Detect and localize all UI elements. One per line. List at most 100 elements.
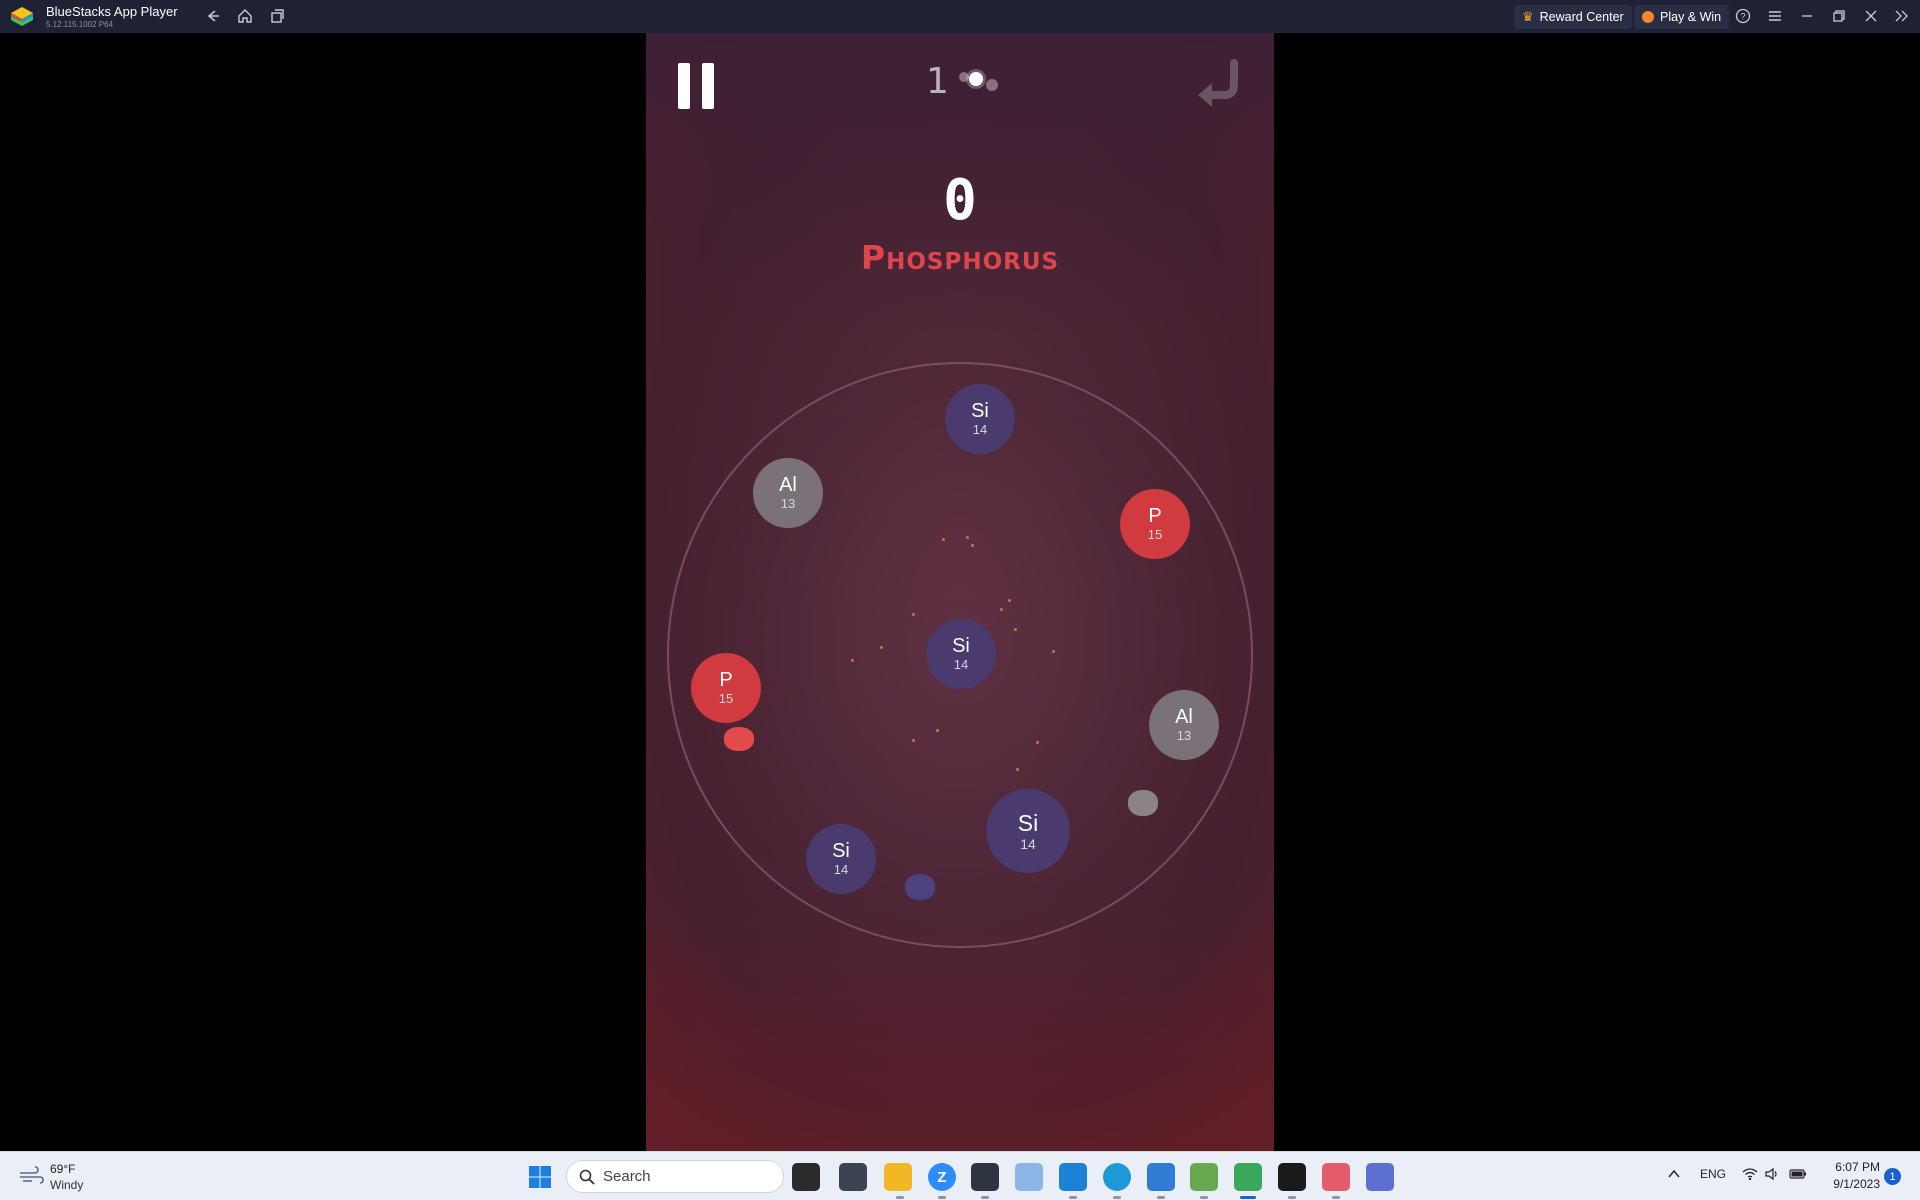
- play-win-label: Play & Win: [1660, 10, 1722, 24]
- atom-number: 14: [833, 862, 849, 877]
- zoom-icon[interactable]: Z: [928, 1163, 956, 1191]
- snipping-tool-icon[interactable]: [1322, 1163, 1350, 1191]
- spark: [1036, 741, 1039, 744]
- spark: [936, 729, 939, 732]
- weather-description: Windy: [50, 1178, 84, 1192]
- running-indicator: [1113, 1196, 1121, 1199]
- app-title: BlueStacks App Player: [46, 4, 178, 19]
- windows-start-icon[interactable]: [528, 1165, 552, 1189]
- silicon-particle: [905, 874, 935, 900]
- volume-icon[interactable]: [1764, 1167, 1780, 1184]
- clock[interactable]: 6:07 PM 9/1/2023: [1820, 1160, 1880, 1191]
- help-icon[interactable]: ?: [1733, 6, 1753, 26]
- terminal-icon[interactable]: [971, 1163, 999, 1191]
- running-indicator: [1288, 1196, 1296, 1199]
- running-indicator: [896, 1196, 904, 1199]
- phosphorus-particle: [724, 727, 754, 751]
- spark: [880, 646, 883, 649]
- back-icon[interactable]: [203, 6, 223, 26]
- score: 0: [943, 168, 977, 233]
- atom-symbol: Si: [1017, 809, 1039, 836]
- paint-icon[interactable]: [1147, 1163, 1175, 1191]
- aluminium-particle: [1128, 790, 1158, 816]
- coin-icon: [1642, 11, 1654, 23]
- home-icon[interactable]: [235, 6, 255, 26]
- menu-icon[interactable]: [1765, 6, 1785, 26]
- atom-symbol: Si: [952, 635, 970, 657]
- undo-icon[interactable]: [1194, 59, 1244, 113]
- atom-number: 15: [1147, 527, 1163, 542]
- running-indicator: [1332, 1196, 1340, 1199]
- atom-phosphorus[interactable]: P 15: [1120, 489, 1190, 559]
- spark: [971, 544, 974, 547]
- atom-aluminium[interactable]: Al 13: [753, 458, 823, 528]
- cmd-icon[interactable]: [1278, 1163, 1306, 1191]
- notepad-icon[interactable]: [1190, 1163, 1218, 1191]
- spark: [1016, 768, 1019, 771]
- running-indicator: [938, 1196, 946, 1199]
- spark: [1008, 599, 1011, 602]
- spark: [912, 613, 915, 616]
- battery-icon[interactable]: [1789, 1167, 1807, 1184]
- app-version: 5.12.115.1002 P64: [46, 20, 114, 29]
- title-bar: BlueStacks App Player 5.12.115.1002 P64 …: [0, 0, 1920, 33]
- level-atom-icon: [959, 69, 998, 91]
- atom-number: 14: [972, 422, 988, 437]
- bluestacks-icon[interactable]: [1234, 1163, 1262, 1191]
- active-indicator: [1240, 1196, 1256, 1199]
- close-icon[interactable]: [1861, 6, 1881, 26]
- level-number: 1: [926, 61, 949, 102]
- running-indicator: [1157, 1196, 1165, 1199]
- recent-apps-icon[interactable]: [267, 6, 287, 26]
- reward-center-label: Reward Center: [1539, 10, 1624, 24]
- edge-icon[interactable]: [1103, 1163, 1131, 1191]
- show-hidden-icons-icon[interactable]: [1667, 1167, 1681, 1184]
- search-box[interactable]: Search: [566, 1160, 784, 1193]
- atom-number: 14: [1020, 835, 1036, 852]
- sidebar-toggle-icon[interactable]: [1891, 6, 1911, 26]
- language-indicator[interactable]: ENG: [1700, 1167, 1726, 1181]
- pause-button[interactable]: [676, 63, 716, 109]
- running-indicator: [981, 1196, 989, 1199]
- spark: [1052, 650, 1055, 653]
- running-indicator: [1069, 1196, 1077, 1199]
- atom-silicon-center[interactable]: Si 14: [926, 619, 996, 689]
- atom-symbol: Si: [971, 400, 989, 422]
- vscode-icon[interactable]: [1059, 1163, 1087, 1191]
- running-indicator: [1200, 1196, 1208, 1199]
- atom-symbol: Al: [1175, 706, 1193, 728]
- minimize-icon[interactable]: [1797, 6, 1817, 26]
- reward-center-button[interactable]: ♛ Reward Center: [1514, 5, 1632, 29]
- photo-viewer-icon[interactable]: [839, 1163, 867, 1191]
- clock-time: 6:07 PM: [1835, 1160, 1880, 1174]
- play-win-button[interactable]: Play & Win: [1634, 5, 1730, 29]
- atom-aluminium[interactable]: Al 13: [1149, 690, 1219, 760]
- spark: [1014, 628, 1017, 631]
- notification-badge[interactable]: 1: [1884, 1168, 1901, 1185]
- atom-silicon[interactable]: Si 14: [806, 824, 876, 894]
- wind-icon[interactable]: [18, 1166, 44, 1186]
- clock-date: 9/1/2023: [1833, 1177, 1880, 1191]
- photos-icon[interactable]: [1015, 1163, 1043, 1191]
- atom-silicon[interactable]: Si 14: [945, 384, 1015, 454]
- app-icon[interactable]: [1366, 1163, 1394, 1191]
- atom-phosphorus[interactable]: P 15: [691, 653, 761, 723]
- wifi-icon[interactable]: [1742, 1167, 1758, 1184]
- atom-silicon-large[interactable]: Si 14: [986, 789, 1070, 873]
- svg-text:?: ?: [1740, 12, 1745, 22]
- folder-icon[interactable]: [884, 1163, 912, 1191]
- spark: [966, 536, 969, 539]
- spark: [1000, 608, 1003, 611]
- bluestacks-logo-icon: [11, 7, 33, 26]
- atom-number: 15: [718, 691, 734, 706]
- file-explorer-dark-icon[interactable]: [792, 1163, 820, 1191]
- atom-symbol: P: [1148, 505, 1162, 527]
- game-screen[interactable]: 1 0 Phosphorus Si 14 Al 13 P 15 Si 14 P …: [646, 33, 1274, 1151]
- restore-icon[interactable]: [1829, 6, 1849, 26]
- atom-symbol: P: [719, 669, 733, 691]
- atom-number: 13: [780, 496, 796, 511]
- taskbar: 69°F Windy Search Z ENG 6:07 PM 9/1/2023…: [0, 1151, 1920, 1200]
- spark: [851, 659, 854, 662]
- spark: [942, 538, 945, 541]
- spark: [912, 739, 915, 742]
